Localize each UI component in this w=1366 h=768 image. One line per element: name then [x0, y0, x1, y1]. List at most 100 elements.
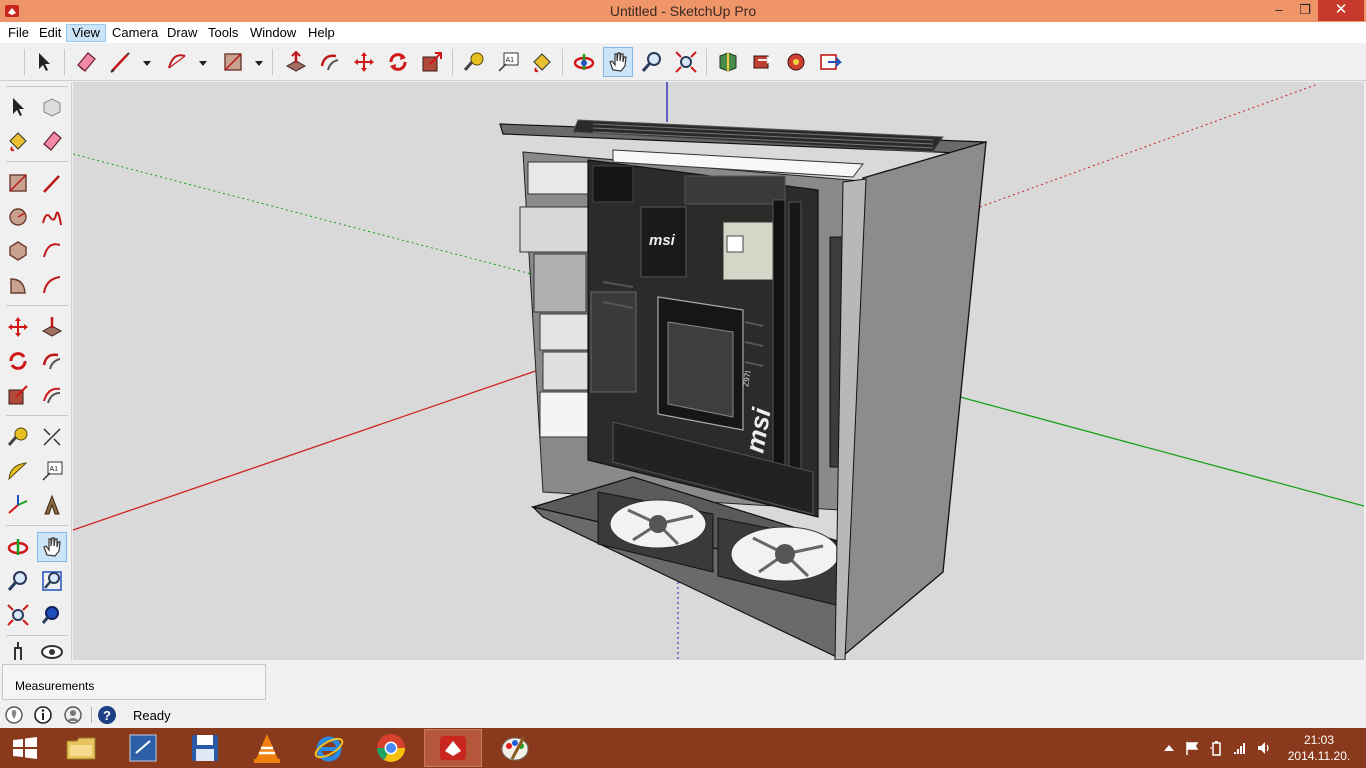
extension-warehouse-button[interactable]: [781, 47, 811, 77]
pan-tool-button[interactable]: [37, 532, 67, 562]
text-tool-button[interactable]: A1: [493, 47, 523, 77]
3d-warehouse-button[interactable]: [713, 47, 743, 77]
rectangle-tool-button[interactable]: [218, 47, 248, 77]
share-model-button[interactable]: [747, 47, 777, 77]
cpu-socket-plate: [667, 321, 734, 418]
zoom-window-icon: [42, 571, 62, 591]
tape-measure-tool-button[interactable]: [459, 47, 489, 77]
menu-window[interactable]: Window: [245, 24, 301, 42]
line-dropdown-icon[interactable]: [142, 58, 152, 68]
layout-button[interactable]: [815, 47, 845, 77]
follow-me-tool-button[interactable]: [37, 346, 67, 376]
credits-icon[interactable]: [33, 705, 53, 725]
menu-file[interactable]: File: [3, 24, 34, 42]
scale-tool-button[interactable]: [3, 380, 33, 410]
toolbar-separator: [706, 49, 707, 75]
taskbar-paint[interactable]: [486, 729, 544, 767]
network-signal-icon[interactable]: [1232, 740, 1248, 756]
power-battery-icon[interactable]: [1208, 740, 1224, 756]
make-component-button[interactable]: [37, 92, 67, 122]
share-model-icon: [753, 55, 773, 69]
offset-tool-button[interactable]: [37, 380, 67, 410]
windows-start-icon: [13, 737, 37, 759]
tape-measure-tool-button[interactable]: [3, 422, 33, 452]
ram-slot: [772, 199, 786, 491]
zoom-tool-button[interactable]: [3, 566, 33, 596]
menu-edit[interactable]: Edit: [34, 24, 66, 42]
polygon-tool-button[interactable]: [3, 236, 33, 266]
select-tool-button[interactable]: [3, 92, 33, 122]
move-tool-button[interactable]: [3, 312, 33, 342]
show-hidden-icons-icon[interactable]: [1161, 740, 1177, 756]
maximize-button[interactable]: ❐: [1292, 0, 1318, 21]
paint-bucket-tool-button[interactable]: [3, 126, 33, 156]
geo-location-icon[interactable]: [4, 705, 24, 725]
taskbar-notes-app[interactable]: [114, 729, 172, 767]
rotate-tool-button[interactable]: [383, 47, 413, 77]
taskbar-sketchup[interactable]: [424, 729, 482, 767]
menu-tools[interactable]: Tools: [203, 24, 243, 42]
axes-icon: [8, 495, 28, 514]
paint-bucket-tool-button[interactable]: [527, 47, 557, 77]
zoom-window-tool-button[interactable]: [37, 566, 67, 596]
follow-me-tool-button[interactable]: [315, 47, 345, 77]
select-tool-button[interactable]: [29, 47, 59, 77]
orbit-tool-button[interactable]: [3, 532, 33, 562]
rectangle-dropdown-icon[interactable]: [254, 58, 264, 68]
look-around-tool-button[interactable]: [37, 640, 67, 660]
3d-text-tool-button[interactable]: [37, 490, 67, 520]
scale-tool-button[interactable]: [417, 47, 447, 77]
pie-tool-button[interactable]: [3, 270, 33, 300]
help-icon[interactable]: ?: [97, 705, 117, 725]
dimension-tool-button[interactable]: [37, 422, 67, 452]
taskbar-file-explorer[interactable]: [52, 729, 110, 767]
menu-help[interactable]: Help: [303, 24, 340, 42]
start-button[interactable]: [0, 729, 50, 767]
extension-warehouse-icon: [787, 53, 805, 71]
text-tool-button[interactable]: A1: [37, 456, 67, 486]
protractor-tool-button[interactable]: [3, 456, 33, 486]
menu-draw[interactable]: Draw: [162, 24, 202, 42]
zoom-extents-tool-button[interactable]: [671, 47, 701, 77]
close-button[interactable]: ✕: [1318, 0, 1364, 21]
eraser-tool-button[interactable]: [71, 47, 101, 77]
menu-camera[interactable]: Camera: [107, 24, 163, 42]
taskbar-clock[interactable]: 21:03 2014.11.20.: [1286, 732, 1352, 764]
axes-tool-button[interactable]: [3, 490, 33, 520]
volume-icon[interactable]: [1256, 740, 1272, 756]
arc-tool-button[interactable]: [162, 47, 192, 77]
model-viewport[interactable]: msi msi Z97I: [73, 82, 1364, 660]
push-pull-icon: [285, 50, 307, 72]
freehand-tool-button[interactable]: [37, 202, 67, 232]
taskbar-chrome[interactable]: [362, 729, 420, 767]
arc-dropdown-icon[interactable]: [198, 58, 208, 68]
line-tool-button[interactable]: [105, 47, 135, 77]
pc-case-model: msi msi Z97I: [499, 119, 987, 660]
menu-view[interactable]: View: [66, 24, 106, 42]
rectangle-tool-button[interactable]: [3, 168, 33, 198]
move-tool-button[interactable]: [349, 47, 379, 77]
measurements-input[interactable]: [107, 675, 263, 697]
arc-tool-button[interactable]: [37, 236, 67, 266]
pan-tool-button[interactable]: [603, 47, 633, 77]
notes-app-icon: [129, 734, 157, 762]
taskbar-vlc[interactable]: [238, 729, 296, 767]
push-pull-tool-button[interactable]: [37, 312, 67, 342]
taskbar-internet-explorer[interactable]: [300, 729, 358, 767]
previous-view-button[interactable]: [37, 600, 67, 630]
minimize-button[interactable]: –: [1266, 0, 1292, 21]
position-camera-tool-button[interactable]: [3, 640, 33, 660]
taskbar-save-app[interactable]: [176, 729, 234, 767]
rotate-tool-button[interactable]: [3, 346, 33, 376]
line-tool-button[interactable]: [37, 168, 67, 198]
action-center-flag-icon[interactable]: [1184, 740, 1200, 756]
two-point-arc-tool-button[interactable]: [37, 270, 67, 300]
circle-tool-button[interactable]: [3, 202, 33, 232]
measurements-bar: Measurements: [0, 660, 1366, 702]
zoom-tool-button[interactable]: [637, 47, 667, 77]
push-pull-tool-button[interactable]: [281, 47, 311, 77]
zoom-extents-tool-button[interactable]: [3, 600, 33, 630]
orbit-tool-button[interactable]: [569, 47, 599, 77]
user-sign-in-icon[interactable]: [63, 705, 83, 725]
eraser-tool-button[interactable]: [37, 126, 67, 156]
